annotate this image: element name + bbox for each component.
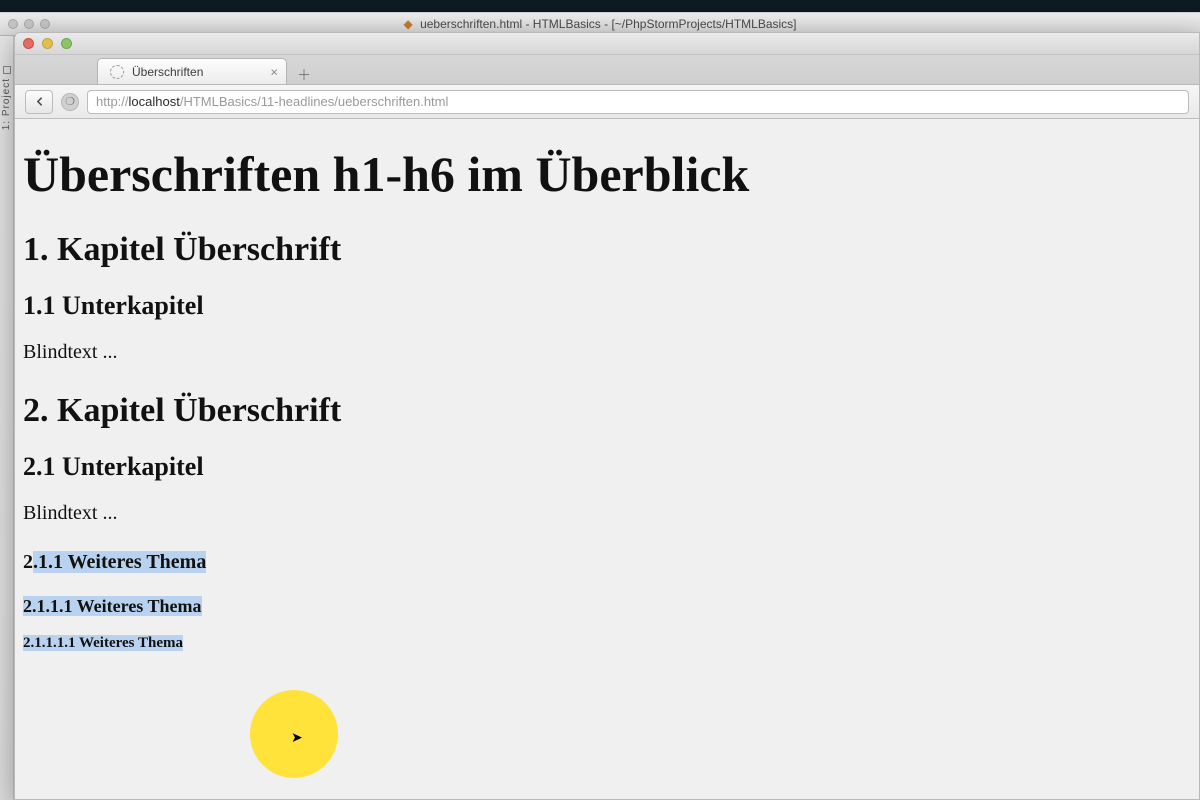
ide-traffic-lights xyxy=(8,19,50,29)
browser-viewport[interactable]: Überschriften h1-h6 im Überblick 1. Kapi… xyxy=(15,119,1199,799)
window-close-icon[interactable] xyxy=(23,38,34,49)
page-h5-selected: 2.1.1.1 Weiteres Thema xyxy=(23,596,202,616)
site-identity-icon[interactable]: ❍ xyxy=(61,93,79,111)
project-tool-label[interactable]: 1: Project xyxy=(1,78,12,130)
page-h4-selected: .1.1 Weiteres Thema xyxy=(33,551,206,573)
page-h3-1: 1.1 Unterkapitel xyxy=(23,291,1191,321)
ide-window-title-text: ueberschriften.html - HTMLBasics - [~/Ph… xyxy=(420,17,796,31)
tab-close-icon[interactable]: × xyxy=(270,65,278,78)
page-h5: 2.1.1.1 Weiteres Thema xyxy=(23,596,1191,617)
tab-title: Überschriften xyxy=(132,65,203,79)
ide-traffic-min[interactable] xyxy=(24,19,34,29)
window-zoom-icon[interactable] xyxy=(61,38,72,49)
page-h3-2: 2.1 Unterkapitel xyxy=(23,452,1191,482)
url-path: /HTMLBasics/11-headlines/ueberschriften.… xyxy=(180,94,449,109)
page-h4-prefix: 2 xyxy=(23,551,33,573)
browser-titlebar[interactable] xyxy=(15,33,1199,55)
rendered-page: Überschriften h1-h6 im Überblick 1. Kapi… xyxy=(23,145,1191,652)
back-button[interactable] xyxy=(25,90,53,114)
url-host: localhost xyxy=(129,94,180,109)
page-h4: 2.1.1 Weiteres Thema xyxy=(23,551,1191,574)
address-bar[interactable]: http:// localhost /HTMLBasics/11-headlin… xyxy=(87,90,1189,114)
ide-window-title: ◆ ueberschriften.html - HTMLBasics - [~/… xyxy=(403,17,796,31)
chevron-left-icon xyxy=(33,95,46,108)
page-p-1: Blindtext ... xyxy=(23,341,1191,364)
tab-favicon-icon xyxy=(110,65,124,79)
page-h2-2: 2. Kapitel Überschrift xyxy=(23,392,1191,430)
project-tool-icon[interactable] xyxy=(3,66,11,74)
page-h6: 2.1.1.1.1 Weiteres Thema xyxy=(23,635,1191,652)
page-p-2: Blindtext ... xyxy=(23,502,1191,525)
page-h6-selected: 2.1.1.1.1 Weiteres Thema xyxy=(23,635,183,651)
desktop: ◆ ueberschriften.html - HTMLBasics - [~/… xyxy=(0,0,1200,800)
window-minimize-icon[interactable] xyxy=(42,38,53,49)
browser-toolbar: ❍ http:// localhost /HTMLBasics/11-headl… xyxy=(15,85,1199,119)
ide-left-gutter: 1: Project xyxy=(0,36,14,800)
page-h1: Überschriften h1-h6 im Überblick xyxy=(23,145,1191,203)
browser-tab-active[interactable]: Überschriften × xyxy=(97,58,287,84)
browser-traffic-lights xyxy=(23,38,72,49)
browser-window: Überschriften × ＋ ❍ http:// localhost /H… xyxy=(14,32,1200,800)
new-tab-button[interactable]: ＋ xyxy=(293,66,315,84)
ide-traffic-max[interactable] xyxy=(40,19,50,29)
cursor-arrow-icon: ➤ xyxy=(291,729,303,746)
html-file-icon: ◆ xyxy=(403,17,412,31)
page-h2-1: 1. Kapitel Überschrift xyxy=(23,231,1191,269)
url-scheme: http:// xyxy=(96,94,129,109)
ide-traffic-close[interactable] xyxy=(8,19,18,29)
browser-tabstrip: Überschriften × ＋ xyxy=(15,55,1199,85)
